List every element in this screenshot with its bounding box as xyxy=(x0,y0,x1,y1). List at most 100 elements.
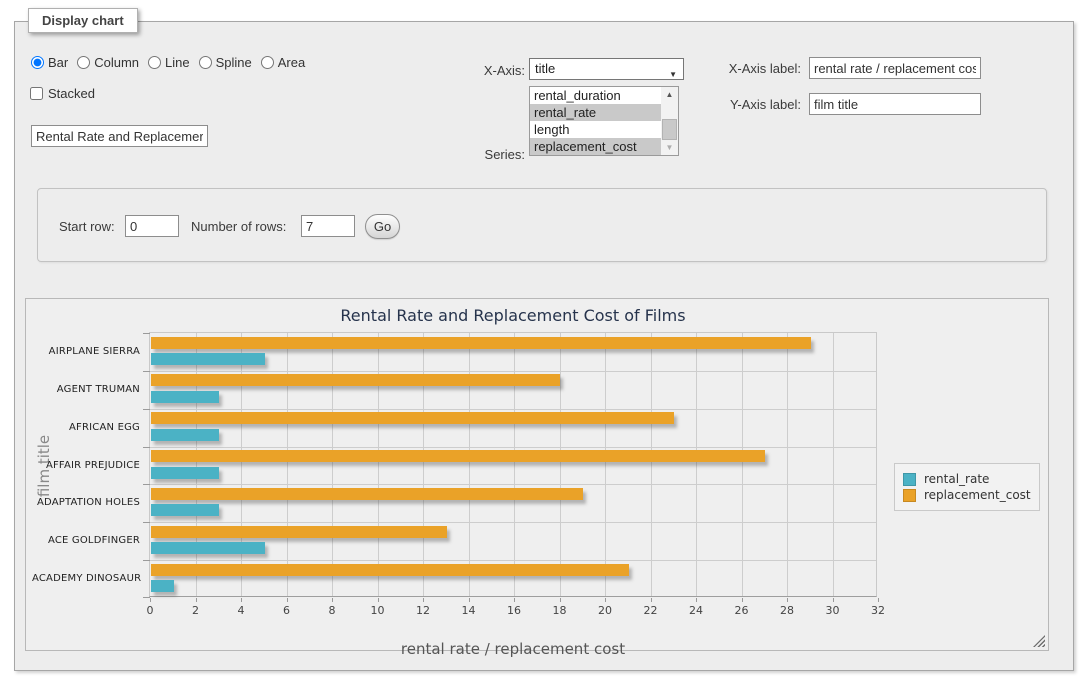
resize-handle-icon[interactable] xyxy=(1033,635,1045,647)
gridline-horizontal xyxy=(150,409,876,410)
x-axis-tick xyxy=(651,598,652,602)
x-axis-selected-value: title xyxy=(535,61,555,76)
series-option-length[interactable]: length xyxy=(530,121,661,138)
chart-type-group: BarColumnLineSplineArea xyxy=(31,55,314,70)
x-axis-tick xyxy=(514,598,515,602)
stacked-checkbox[interactable] xyxy=(30,87,43,100)
chart-type-area-radio[interactable] xyxy=(261,56,274,69)
x-axis-tick xyxy=(287,598,288,602)
scroll-down-icon[interactable]: ▼ xyxy=(661,140,678,155)
start-row-input[interactable] xyxy=(125,215,179,237)
gridline-horizontal xyxy=(150,371,876,372)
bar-rental_rate xyxy=(151,391,219,403)
x-axis-tick-label: 8 xyxy=(317,604,347,617)
bar-replacement_cost xyxy=(151,526,447,538)
number-of-rows-input[interactable] xyxy=(301,215,355,237)
bar-rental_rate xyxy=(151,467,219,479)
gridline-vertical xyxy=(332,333,333,596)
y-axis-label-input[interactable] xyxy=(809,93,981,115)
series-listbox[interactable]: rental_durationrental_ratelengthreplacem… xyxy=(529,86,679,156)
gridline-vertical xyxy=(196,333,197,596)
chart-legend: rental_ratereplacement_cost xyxy=(894,463,1040,511)
chart-type-column: Column xyxy=(77,55,139,70)
start-row-label: Start row: xyxy=(59,219,115,234)
x-axis-tick xyxy=(787,598,788,602)
go-button[interactable]: Go xyxy=(365,214,400,239)
gridline-horizontal xyxy=(150,560,876,561)
x-axis-tick-label: 16 xyxy=(499,604,529,617)
x-axis-tick xyxy=(469,598,470,602)
series-option-rental_rate[interactable]: rental_rate xyxy=(530,104,661,121)
bar-replacement_cost xyxy=(151,337,811,349)
chart-type-spline: Spline xyxy=(199,55,252,70)
bar-replacement_cost xyxy=(151,564,629,576)
y-axis-tick xyxy=(143,522,150,523)
y-axis-label-label: Y-Axis label: xyxy=(701,97,801,112)
chart-type-area-label: Area xyxy=(278,55,305,70)
y-axis-category-label: AFFAIR PREJUDICE xyxy=(32,460,140,471)
series-option-rental_duration[interactable]: rental_duration xyxy=(530,87,661,104)
y-axis-category-label: AFRICAN EGG xyxy=(32,422,140,433)
x-axis-tick xyxy=(241,598,242,602)
series-scrollbar[interactable]: ▲ ▼ xyxy=(661,87,678,155)
series-option-replacement_cost[interactable]: replacement_cost xyxy=(530,138,661,155)
x-axis-tick-label: 2 xyxy=(181,604,211,617)
chart-type-spline-radio[interactable] xyxy=(199,56,212,69)
gridline-vertical xyxy=(696,333,697,596)
bar-replacement_cost xyxy=(151,374,560,386)
legend-entry-rental_rate: rental_rate xyxy=(903,472,1031,486)
chart-title-input[interactable] xyxy=(31,125,208,147)
gridline-vertical xyxy=(787,333,788,596)
gridline-vertical xyxy=(514,333,515,596)
chart-type-area: Area xyxy=(261,55,305,70)
chart-type-bar-label: Bar xyxy=(48,55,68,70)
gridline-vertical xyxy=(423,333,424,596)
x-axis-tick-label: 18 xyxy=(545,604,575,617)
bar-replacement_cost xyxy=(151,450,765,462)
chart-type-column-radio[interactable] xyxy=(77,56,90,69)
x-axis-label-input[interactable] xyxy=(809,57,981,79)
gridline-horizontal xyxy=(150,447,876,448)
x-axis-tick-label: 6 xyxy=(272,604,302,617)
bar-rental_rate xyxy=(151,504,219,516)
gridline-vertical xyxy=(560,333,561,596)
bar-replacement_cost xyxy=(151,488,583,500)
y-axis-tick xyxy=(143,371,150,372)
gridline-horizontal xyxy=(150,484,876,485)
chevron-down-icon: ▼ xyxy=(669,65,677,85)
x-axis-select[interactable]: title ▼ xyxy=(529,58,684,80)
bar-rental_rate xyxy=(151,580,174,592)
chart-type-line-radio[interactable] xyxy=(148,56,161,69)
x-axis-label-label: X-Axis label: xyxy=(701,61,801,76)
x-axis-tick-label: 30 xyxy=(818,604,848,617)
gridline-vertical xyxy=(241,333,242,596)
display-chart-fieldset: Display chart BarColumnLineSplineArea St… xyxy=(14,21,1074,671)
y-axis-tick xyxy=(143,409,150,410)
x-axis-tick xyxy=(378,598,379,602)
x-axis-select-label: X-Axis: xyxy=(455,63,525,78)
series-options: rental_durationrental_ratelengthreplacem… xyxy=(530,87,678,155)
chart-title: Rental Rate and Replacement Cost of Film… xyxy=(149,306,877,325)
chart-type-bar: Bar xyxy=(31,55,68,70)
x-axis-tick-label: 24 xyxy=(681,604,711,617)
legend-swatch-rental_rate xyxy=(903,473,916,486)
legend-swatch-replacement_cost xyxy=(903,489,916,502)
scroll-up-icon[interactable]: ▲ xyxy=(661,87,678,102)
x-axis-tick-label: 32 xyxy=(863,604,893,617)
stacked-label: Stacked xyxy=(48,86,95,101)
y-axis-category-label: ACE GOLDFINGER xyxy=(32,535,140,546)
x-axis-tick xyxy=(150,598,151,602)
gridline-vertical xyxy=(651,333,652,596)
chart-type-bar-radio[interactable] xyxy=(31,56,44,69)
fieldset-legend: Display chart xyxy=(28,8,138,33)
scrollbar-thumb[interactable] xyxy=(662,119,677,140)
y-axis-category-label: AIRPLANE SIERRA xyxy=(32,346,140,357)
x-axis-tick-label: 22 xyxy=(636,604,666,617)
chart-x-axis-title: rental rate / replacement cost xyxy=(149,640,877,658)
y-axis-category-label: ADAPTATION HOLES xyxy=(32,497,140,508)
x-axis-tick xyxy=(878,598,879,602)
y-axis-tick xyxy=(143,447,150,448)
gridline-vertical xyxy=(742,333,743,596)
x-axis-tick-label: 10 xyxy=(363,604,393,617)
gridline-vertical xyxy=(605,333,606,596)
